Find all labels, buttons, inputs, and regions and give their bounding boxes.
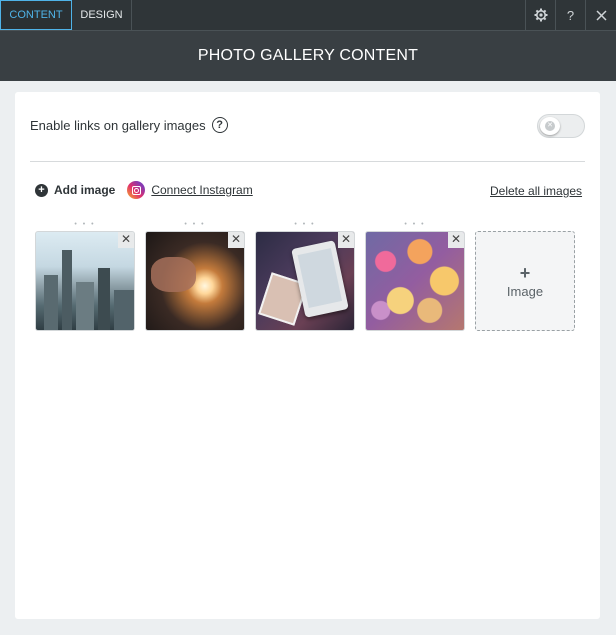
toggle-knob: ✕ [540, 117, 560, 135]
drag-handle-icon[interactable]: • • • [145, 221, 245, 228]
add-image-slot[interactable]: + Image [475, 231, 575, 331]
tab-content[interactable]: CONTENT [0, 0, 72, 30]
gallery-actions: + Add image Connect Instagram [35, 181, 253, 199]
tab-design[interactable]: DESIGN [72, 0, 132, 30]
gallery-image-tablet[interactable]: ✕ [255, 231, 355, 331]
gallery-image-bokeh[interactable]: ✕ [365, 231, 465, 331]
links-toggle[interactable]: ✕ [537, 114, 585, 138]
remove-image-button[interactable]: ✕ [338, 232, 354, 248]
gear-icon [534, 8, 547, 22]
gallery-image-city[interactable]: ✕ [35, 231, 135, 331]
help-button[interactable]: ? [555, 0, 585, 30]
delete-all-images-link[interactable]: Delete all images [490, 184, 582, 198]
instagram-icon [127, 181, 146, 199]
plus-circle-icon: + [35, 183, 48, 197]
plus-icon: + [519, 262, 531, 283]
links-setting-row: Enable links on gallery images ? [30, 117, 228, 133]
top-bar: CONTENT DESIGN ? [0, 0, 616, 30]
drag-handle-icon[interactable]: • • • [255, 221, 355, 228]
close-button[interactable] [585, 0, 616, 30]
settings-button[interactable] [525, 0, 555, 30]
remove-image-button[interactable]: ✕ [448, 232, 464, 248]
close-icon [595, 9, 607, 21]
panel-header: PHOTO GALLERY CONTENT [0, 30, 616, 81]
page-title: PHOTO GALLERY CONTENT [197, 47, 419, 64]
connect-instagram-link[interactable]: Connect Instagram [127, 181, 253, 199]
connect-instagram-label: Connect Instagram [151, 183, 253, 197]
help-icon[interactable]: ? [211, 117, 228, 133]
add-slot-label: Image [506, 283, 544, 299]
content-panel: Enable links on gallery images ? ✕ + Add… [15, 92, 600, 619]
drag-handle-icon[interactable]: • • • [365, 221, 465, 228]
remove-image-button[interactable]: ✕ [118, 232, 134, 248]
links-setting-label: Enable links on gallery images [30, 117, 206, 133]
drag-handle-icon[interactable]: • • • [35, 221, 135, 228]
divider [30, 161, 585, 162]
add-image-button[interactable]: + Add image [35, 183, 115, 197]
remove-image-button[interactable]: ✕ [228, 232, 244, 248]
add-image-label: Add image [54, 183, 116, 197]
toggle-off-icon: ✕ [545, 121, 555, 131]
gallery-image-sparkler[interactable]: ✕ [145, 231, 245, 331]
